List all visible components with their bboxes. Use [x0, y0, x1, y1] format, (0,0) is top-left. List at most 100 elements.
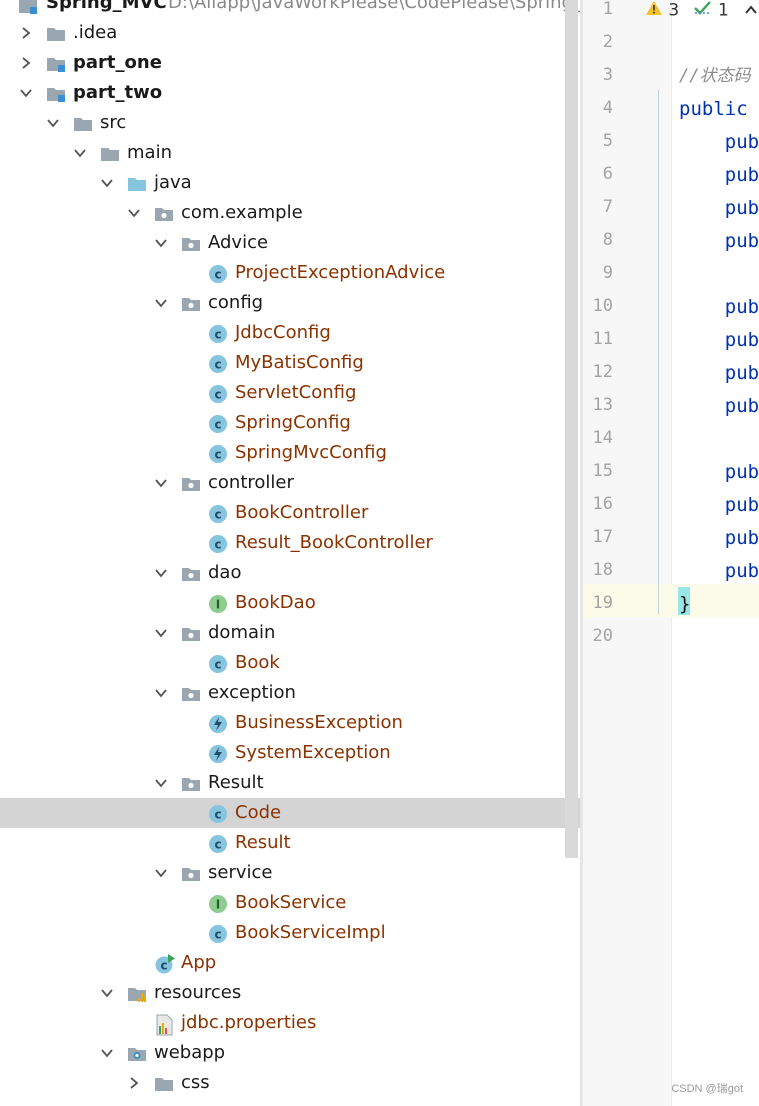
tree-item[interactable]: css [0, 1068, 580, 1098]
tree-item[interactable]: .idea [0, 18, 580, 48]
tree-item-label: SpringMvcConfig [235, 442, 387, 463]
tree-item[interactable]: c Result_BookController [0, 528, 580, 558]
inspection-widget[interactable]: 3 1 [645, 0, 758, 22]
chevron-down-icon[interactable] [45, 115, 61, 131]
tree-item[interactable]: c JdbcConfig [0, 318, 580, 348]
tree-item[interactable]: jdbc.properties [0, 1008, 580, 1038]
chevron-down-icon[interactable] [18, 85, 34, 101]
tree-item[interactable]: c Result [0, 828, 580, 858]
code-line[interactable]: pub [679, 130, 759, 154]
chevron-down-icon[interactable] [99, 1045, 115, 1061]
tree-item[interactable]: Advice [0, 228, 580, 258]
tree-item[interactable]: c ServletConfig [0, 378, 580, 408]
class-icon: c [208, 444, 228, 464]
code-line[interactable]: public [679, 97, 748, 121]
folder-icon [100, 144, 120, 164]
tree-item[interactable]: java [0, 168, 580, 198]
project-tree-panel[interactable]: Spring_MVC D:\Aliapp\JavaWorkPlease\Code… [0, 0, 580, 1106]
svg-text:I: I [216, 898, 220, 912]
code-line[interactable]: pub [679, 163, 759, 187]
code-line[interactable]: //状态码 [679, 64, 750, 88]
code-line[interactable]: pub [679, 229, 759, 253]
chevron-up-icon[interactable] [744, 1, 758, 21]
tree-item[interactable]: c SpringMvcConfig [0, 438, 580, 468]
tree-item[interactable]: c ProjectExceptionAdvice [0, 258, 580, 288]
code-line[interactable]: pub [679, 361, 759, 385]
class-icon: c [208, 324, 228, 344]
code-line[interactable]: pub [679, 493, 759, 517]
tree-item[interactable]: controller [0, 468, 580, 498]
package-icon [154, 204, 174, 224]
tree-item[interactable]: resources [0, 978, 580, 1008]
tree-item[interactable]: domain [0, 618, 580, 648]
tree-item[interactable]: exception [0, 678, 580, 708]
package-icon [181, 234, 201, 254]
tree-item[interactable]: service [0, 858, 580, 888]
line-number: 10 [592, 296, 613, 316]
tree-item[interactable]: BusinessException [0, 708, 580, 738]
chevron-down-icon[interactable] [153, 865, 169, 881]
code-line[interactable]: pub [679, 394, 759, 418]
tree-item[interactable]: c Code [0, 798, 580, 828]
tree-item[interactable]: c SpringConfig [0, 408, 580, 438]
code-line[interactable]: pub [679, 328, 759, 352]
tree-item[interactable]: c Book [0, 648, 580, 678]
chevron-down-icon[interactable] [153, 625, 169, 641]
tree-item[interactable]: part_one [0, 48, 580, 78]
code-line[interactable]: pub [679, 295, 759, 319]
tree-item[interactable]: Result [0, 768, 580, 798]
chevron-right-icon[interactable] [18, 55, 34, 71]
line-number: 19 [592, 593, 613, 613]
tree-item[interactable]: I BookService [0, 888, 580, 918]
chevron-down-icon[interactable] [126, 205, 142, 221]
svg-text:c: c [214, 328, 221, 342]
runnable-class-icon: c [154, 954, 175, 974]
tree-item[interactable]: com.example [0, 198, 580, 228]
chevron-down-icon[interactable] [153, 235, 169, 251]
class-icon: c [208, 534, 228, 554]
tree-item[interactable]: SystemException [0, 738, 580, 768]
tree-item[interactable]: part_two [0, 78, 580, 108]
code-line[interactable]: pub [679, 526, 759, 550]
svg-text:c: c [214, 658, 221, 672]
tree-item-label: BookController [235, 502, 369, 523]
folder-icon [73, 114, 93, 134]
tree-item[interactable]: webapp [0, 1038, 580, 1068]
tree-item[interactable]: I BookDao [0, 588, 580, 618]
tree-scrollbar[interactable] [565, 0, 578, 858]
tree-item[interactable]: c MyBatisConfig [0, 348, 580, 378]
code-line[interactable]: pub [679, 559, 759, 583]
tree-item[interactable]: dao [0, 558, 580, 588]
code-editor[interactable]: 3 1 1 2 3//状态码 4 public 5 pub 6 pub 7 pub 8 pub 9… [583, 0, 759, 1106]
tree-item-label: Result_BookController [235, 532, 433, 553]
tree-item-label: JdbcConfig [235, 322, 331, 343]
chevron-right-icon[interactable] [126, 1075, 142, 1091]
class-icon: c [208, 354, 228, 374]
chevron-down-icon[interactable] [153, 295, 169, 311]
code-line[interactable]: } [679, 592, 690, 616]
chevron-down-icon[interactable] [99, 175, 115, 191]
project-name: Spring_MVC [46, 0, 167, 13]
tree-item[interactable]: c BookServiceImpl [0, 918, 580, 948]
chevron-down-icon[interactable] [99, 985, 115, 1001]
chevron-down-icon[interactable] [72, 145, 88, 161]
tree-item-label: com.example [181, 202, 303, 223]
project-root-row[interactable]: Spring_MVC D:\Aliapp\JavaWorkPlease\Code… [0, 0, 580, 18]
tree-item[interactable]: config [0, 288, 580, 318]
chevron-down-icon[interactable] [153, 565, 169, 581]
tree-item[interactable]: c App [0, 948, 580, 978]
tree-item-label: dao [208, 562, 242, 583]
chevron-right-icon[interactable] [18, 25, 34, 41]
tree-item[interactable]: c BookController [0, 498, 580, 528]
tree-item-label: resources [154, 982, 242, 1003]
warning-count: 3 [668, 0, 680, 21]
tree-item[interactable]: main [0, 138, 580, 168]
code-line[interactable]: pub [679, 460, 759, 484]
chevron-down-icon[interactable] [153, 775, 169, 791]
chevron-down-icon[interactable] [153, 475, 169, 491]
chevron-down-icon[interactable] [153, 685, 169, 701]
tree-item-label: service [208, 862, 273, 883]
code-line[interactable]: pub [679, 196, 759, 220]
package-icon [181, 864, 201, 884]
tree-item[interactable]: src [0, 108, 580, 138]
